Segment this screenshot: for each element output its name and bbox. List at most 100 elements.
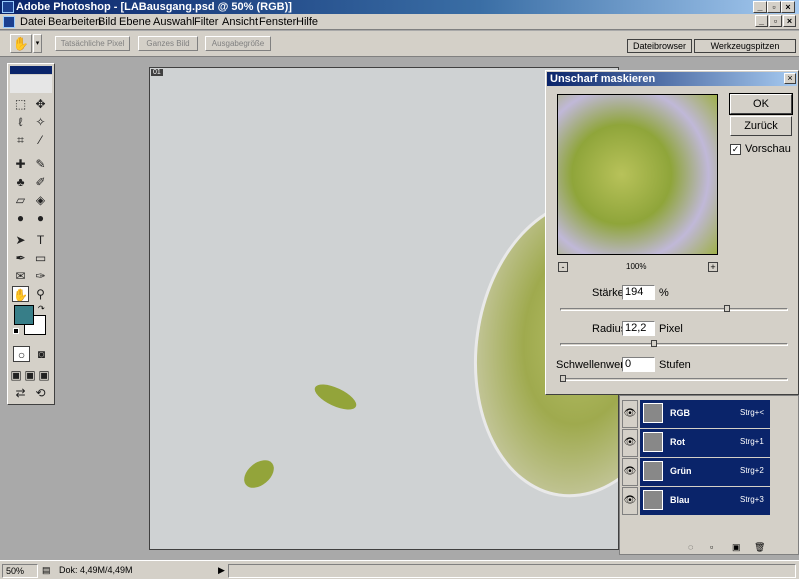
channels-panel: 👁 RGB Strg+< 👁 Rot Strg+1 👁 Grün Strg+2 👁 B… xyxy=(619,395,799,555)
lasso-tool-icon[interactable]: ℓ xyxy=(12,114,29,130)
tab-toolpresets[interactable]: Werkzeugspitzen xyxy=(694,39,796,53)
radius-slider-knob[interactable] xyxy=(651,340,658,347)
dodge-tool-icon[interactable]: ● xyxy=(32,210,49,226)
print-size-button[interactable]: Ausgabegröße xyxy=(205,36,271,51)
eraser-tool-icon[interactable]: ▱ xyxy=(12,192,29,208)
menu-datei[interactable]: Datei xyxy=(20,16,46,28)
brush-tool-icon[interactable]: ✎ xyxy=(32,156,49,172)
close-button[interactable]: × xyxy=(781,1,795,13)
screen-mode-standard-icon[interactable]: ▣ xyxy=(10,367,22,383)
radius-slider-track[interactable] xyxy=(560,343,788,346)
reset-button[interactable]: Zurück xyxy=(730,116,792,136)
channel-row[interactable]: 👁 Rot Strg+1 xyxy=(622,429,772,457)
shape-tool-icon[interactable]: ▭ xyxy=(32,250,49,266)
visibility-eye-icon[interactable]: 👁 xyxy=(622,400,638,428)
blur-tool-icon[interactable]: ● xyxy=(12,210,29,226)
type-tool-icon[interactable]: T xyxy=(32,232,49,248)
default-colors-icon[interactable] xyxy=(13,328,19,334)
photoshop-eye-icon[interactable] xyxy=(10,75,52,93)
status-zoom[interactable]: 50% xyxy=(2,564,38,578)
filter-preview[interactable] xyxy=(557,94,718,255)
hand-tool-icon[interactable]: ✋ xyxy=(12,286,29,302)
crop-tool-icon[interactable]: ⌗ xyxy=(12,132,29,148)
window-title: Adobe Photoshop - [LABausgang.psd @ 50% … xyxy=(16,1,292,13)
zoom-in-icon[interactable]: + xyxy=(708,262,718,272)
unsharp-mask-dialog: Unscharf maskieren × - 100% + OK Zurück … xyxy=(545,70,799,395)
screen-mode-full-menu-icon[interactable]: ▣ xyxy=(24,367,36,383)
slice-tool-icon[interactable]: ⁄ xyxy=(32,132,49,148)
save-selection-icon[interactable]: ▫ xyxy=(710,542,713,552)
menu-fenster[interactable]: Fenster xyxy=(259,16,296,28)
actual-pixels-button[interactable]: Tatsächliche Pixel xyxy=(55,36,130,51)
threshold-slider-knob[interactable] xyxy=(560,375,566,382)
menu-bild[interactable]: Bild xyxy=(98,16,116,28)
standard-mode-icon[interactable]: ○ xyxy=(13,346,30,362)
status-menu-arrow-icon[interactable]: ▶ xyxy=(218,565,225,576)
pen-tool-icon[interactable]: ✒ xyxy=(12,250,29,266)
menu-hilfe[interactable]: Hilfe xyxy=(296,16,318,28)
maximize-button[interactable]: ▫ xyxy=(767,1,781,13)
new-channel-icon[interactable]: ▣ xyxy=(732,542,741,553)
doc-minimize-button[interactable]: _ xyxy=(755,15,768,27)
threshold-input[interactable]: 0 xyxy=(622,357,655,372)
amount-unit: % xyxy=(659,287,669,299)
channel-shortcut: Strg+< xyxy=(740,408,765,417)
ok-button[interactable]: OK xyxy=(729,93,793,115)
notes-tool-icon[interactable]: ✉ xyxy=(12,268,29,284)
quickmask-mode-icon[interactable]: ◙ xyxy=(33,346,50,362)
menu-bearbeiten[interactable]: Bearbeiten xyxy=(48,16,101,28)
swap-colors-icon[interactable]: ↷ xyxy=(38,304,45,313)
healing-brush-icon[interactable]: ✚ xyxy=(12,156,29,172)
clone-stamp-icon[interactable]: ♣ xyxy=(12,174,29,190)
doc-close-button[interactable]: × xyxy=(783,15,796,27)
preset-dropdown-icon[interactable]: ▾ xyxy=(33,34,42,53)
dialog-close-icon[interactable]: × xyxy=(784,73,796,84)
screen-mode-full-icon[interactable]: ▣ xyxy=(38,367,50,383)
imageready-icon[interactable]: ⟲ xyxy=(32,385,49,401)
zoom-out-icon[interactable]: - xyxy=(558,262,568,272)
path-selection-icon[interactable]: ➤ xyxy=(12,232,29,248)
preview-label: Vorschau xyxy=(745,143,791,155)
visibility-eye-icon[interactable]: 👁 xyxy=(622,487,638,515)
history-brush-icon[interactable]: ✐ xyxy=(32,174,49,190)
amount-input[interactable]: 194 xyxy=(622,285,655,300)
move-tool-icon[interactable]: ✥ xyxy=(32,96,49,112)
minimize-button[interactable]: _ xyxy=(753,1,767,13)
eyedropper-icon[interactable]: ✑ xyxy=(32,268,49,284)
channel-row[interactable]: 👁 Grün Strg+2 xyxy=(622,458,772,486)
menu-filter[interactable]: Filter xyxy=(194,16,218,28)
menu-auswahl[interactable]: Auswahl xyxy=(153,16,195,28)
foreground-color-swatch[interactable] xyxy=(14,305,34,325)
doc-restore-button[interactable]: ▫ xyxy=(769,15,782,27)
delete-channel-icon[interactable]: 🗑 xyxy=(754,542,765,553)
channel-thumbnail xyxy=(643,432,663,452)
document-icon[interactable] xyxy=(3,16,15,28)
magic-wand-icon[interactable]: ✧ xyxy=(32,114,49,130)
radius-unit: Pixel xyxy=(659,323,683,335)
zoom-tool-icon[interactable]: ⚲ xyxy=(32,286,49,302)
toolbox-header[interactable] xyxy=(10,66,52,74)
menu-ansicht[interactable]: Ansicht xyxy=(222,16,258,28)
tab-filebrowser[interactable]: Dateibrowser xyxy=(627,39,692,53)
fit-on-screen-button[interactable]: Ganzes Bild xyxy=(138,36,198,51)
threshold-unit: Stufen xyxy=(659,359,691,371)
radius-input[interactable]: 12,2 xyxy=(622,321,655,336)
amount-slider-track[interactable] xyxy=(560,308,788,311)
photoshop-app-icon xyxy=(2,1,14,13)
paint-bucket-icon[interactable]: ◈ xyxy=(32,192,49,208)
visibility-eye-icon[interactable]: 👁 xyxy=(622,429,638,457)
preview-checkbox[interactable]: ✓ xyxy=(730,144,741,155)
channel-row[interactable]: 👁 RGB Strg+< xyxy=(622,400,772,428)
channel-thumbnail xyxy=(643,461,663,481)
visibility-eye-icon[interactable]: 👁 xyxy=(622,458,638,486)
menu-ebene[interactable]: Ebene xyxy=(119,16,151,28)
load-selection-icon[interactable]: ◌ xyxy=(688,542,693,552)
channel-row[interactable]: 👁 Blau Strg+3 xyxy=(622,487,772,515)
document-info-icon[interactable]: ▤ xyxy=(42,565,51,576)
amount-slider-knob[interactable] xyxy=(724,305,731,312)
channel-name: RGB xyxy=(670,408,690,418)
threshold-slider-track[interactable] xyxy=(560,378,788,381)
marquee-tool-icon[interactable]: ⬚ xyxy=(12,96,29,112)
hand-tool-preset-icon[interactable]: ✋ xyxy=(10,34,32,53)
jump-to-imageready-icon[interactable]: ⇄ xyxy=(12,385,29,401)
